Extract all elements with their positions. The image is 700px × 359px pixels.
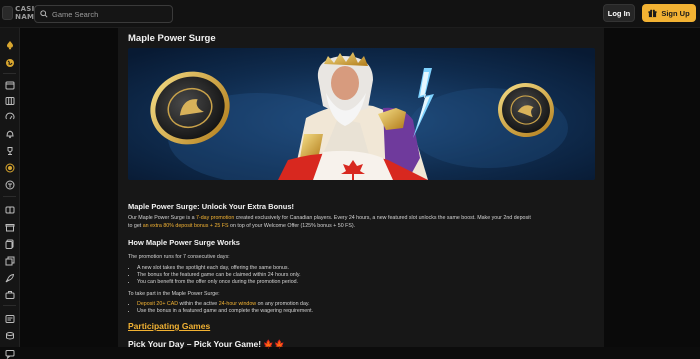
promo-duration-highlight: 7-day promotion [196,215,235,221]
intro-paragraph-line-1: Our Maple Power Surge is a 7-day promoti… [128,215,531,223]
rocket-icon[interactable] [4,272,15,283]
section-heading-unlock: Maple Power Surge: Unlock Your Extra Bon… [128,202,295,211]
card-stack-icon[interactable] [4,238,15,249]
intro-text: created exclusively for Canadian players… [234,215,531,221]
briefcase-icon[interactable] [4,289,15,300]
list-item: A new slot takes the spotlight each day,… [137,265,301,272]
copy-icon[interactable] [4,255,15,266]
sidebar-divider [3,73,16,74]
rules-list: A new slot takes the spotlight each day,… [137,265,301,285]
news-icon[interactable] [4,313,15,324]
bonus-highlight: an extra 80% deposit bonus + 25 FS [142,223,229,229]
speed-icon[interactable] [4,111,15,122]
signup-label: Sign Up [661,8,690,18]
dice-icon[interactable] [4,179,15,190]
world-icon[interactable] [4,57,15,68]
slot-machine-icon[interactable] [4,95,15,106]
page-title: Maple Power Surge [128,33,216,44]
bell-icon[interactable] [4,128,15,139]
calendar-icon[interactable] [4,79,15,90]
step-text: on any promotion day. [256,301,310,307]
chat-icon[interactable] [4,348,15,359]
trophy-icon[interactable] [4,145,15,156]
top-bar: CASINO NAME Log In Sign Up [0,0,700,28]
search-input[interactable] [52,9,162,19]
list-item: Deposit 20+ CAD within the active 24-hou… [137,301,313,308]
list-item: The bonus for the featured game can be c… [137,272,301,279]
sidebar [0,28,20,359]
search-box[interactable] [34,5,173,23]
intro-text: on top of your Welcome Offer (125% bonus… [228,223,356,229]
gift-icon [648,9,657,17]
sidebar-divider [3,196,16,197]
intro-text: Our Maple Power Surge is a [128,215,197,221]
steps-list: Deposit 20+ CAD within the active 24-hou… [137,301,313,315]
hero-illustration [128,48,595,180]
section-heading-how-it-works: How Maple Power Surge Works [128,238,240,247]
deposit-highlight: Deposit 20+ CAD [137,301,179,307]
logo-badge [2,6,14,20]
coins-icon[interactable] [4,330,15,341]
step-text: within the active [178,301,219,307]
sidebar-divider [3,305,16,306]
spade-icon[interactable] [4,39,15,50]
window-highlight: 24-hour window [218,301,257,307]
search-icon [40,10,48,18]
signup-button[interactable]: Sign Up [642,4,696,22]
login-button[interactable]: Log In [603,4,635,22]
list-item: Use the bonus in a featured game and com… [137,308,313,315]
participating-games-link[interactable]: Participating Games [128,321,210,331]
list-item: You can benefit from the offer only once… [137,279,301,286]
intro-paragraph-line-2: to get an extra 80% deposit bonus + 25 F… [128,223,355,231]
runs-text: The promotion runs for 7 consecutive day… [128,254,230,260]
gift-box-icon[interactable] [4,221,15,232]
target-icon[interactable] [4,162,15,173]
slots-reel-icon[interactable] [4,204,15,215]
hero-banner [128,48,595,180]
section-heading-pick-your-day: Pick Your Day – Pick Your Game! 🍁🍁 [128,339,285,349]
take-part-text: To take part in the Maple Power Surge: [128,291,220,297]
intro-text: to get [128,223,143,229]
